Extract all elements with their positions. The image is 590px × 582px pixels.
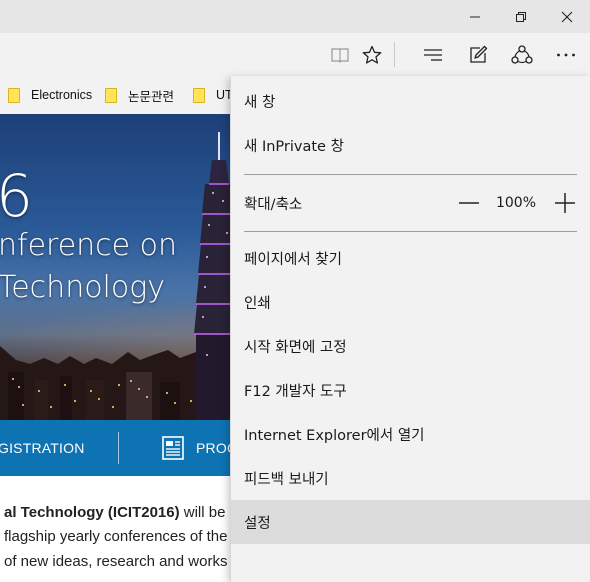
nav-separator [118, 432, 119, 464]
zoom-controls: 100% [445, 175, 590, 231]
hub-icon [424, 48, 442, 61]
web-note-icon [470, 45, 488, 63]
share-icon [511, 44, 533, 64]
more-actions-menu: 새 창 새 InPrivate 창 확대/축소 100% 페이지에서 찾기 인쇄… [230, 76, 590, 582]
close-window-button[interactable] [544, 0, 590, 33]
web-note-button[interactable] [456, 33, 500, 76]
favorite-label: Electronics [31, 88, 93, 102]
hub-button[interactable] [411, 33, 455, 76]
zoom-label: 확대/축소 [244, 196, 303, 213]
restore-icon [516, 11, 526, 22]
zoom-in-button[interactable] [539, 175, 590, 231]
menu-find-on-page[interactable]: 페이지에서 찾기 [231, 236, 590, 280]
more-actions-button[interactable] [544, 33, 588, 76]
folder-icon [105, 87, 117, 103]
favorite-folder-ut[interactable]: UT [193, 76, 233, 114]
menu-separator [244, 231, 577, 232]
menu-pin-to-start[interactable]: 시작 화면에 고정 [231, 324, 590, 368]
menu-zoom-row: 확대/축소 100% [231, 175, 590, 231]
content-line-2: flagship yearly conferences of the I [4, 528, 236, 545]
minus-icon [459, 202, 479, 204]
folder-icon [8, 87, 20, 103]
zoom-level: 100% [495, 195, 537, 211]
hero-title-line1: nference on [0, 228, 178, 263]
share-button[interactable] [500, 33, 544, 76]
minimize-button[interactable] [452, 0, 498, 33]
favorite-folder-electronics[interactable]: Electronics [8, 76, 92, 114]
document-icon [162, 436, 184, 460]
menu-print[interactable]: 인쇄 [231, 280, 590, 324]
hero-title-line2: Technology [0, 270, 166, 305]
menu-new-inprivate-window[interactable]: 새 InPrivate 창 [231, 123, 590, 167]
hero-year-digit: 6 [0, 162, 33, 230]
restore-button[interactable] [498, 0, 544, 33]
menu-send-feedback[interactable]: 피드백 보내기 [231, 456, 590, 500]
title-bar [0, 0, 590, 33]
close-icon [561, 11, 573, 22]
nav-registration-link[interactable]: GISTRATION [0, 420, 85, 476]
folder-icon [193, 87, 205, 103]
favorites-star-icon [362, 45, 382, 64]
more-icon [557, 53, 575, 56]
minimize-icon [470, 16, 480, 17]
browser-toolbar [0, 33, 590, 76]
toolbar-separator [394, 42, 395, 67]
conference-name: al Technology (ICIT2016) [4, 504, 180, 521]
menu-developer-tools[interactable]: F12 개발자 도구 [231, 368, 590, 412]
favorites-button[interactable] [350, 33, 394, 76]
zoom-out-button[interactable] [445, 175, 493, 231]
menu-settings[interactable]: 설정 [231, 500, 590, 544]
menu-new-window[interactable]: 새 창 [231, 79, 590, 123]
content-line-1: al Technology (ICIT2016) will be he [4, 503, 246, 523]
plus-icon [555, 193, 575, 213]
favorite-folder-papers[interactable]: 논문관련 [105, 76, 174, 114]
reading-view-icon [331, 47, 349, 63]
menu-open-with-ie[interactable]: Internet Explorer에서 열기 [231, 412, 590, 456]
favorite-label: 논문관련 [128, 89, 175, 104]
nav-program-link[interactable]: PROG [162, 420, 238, 476]
